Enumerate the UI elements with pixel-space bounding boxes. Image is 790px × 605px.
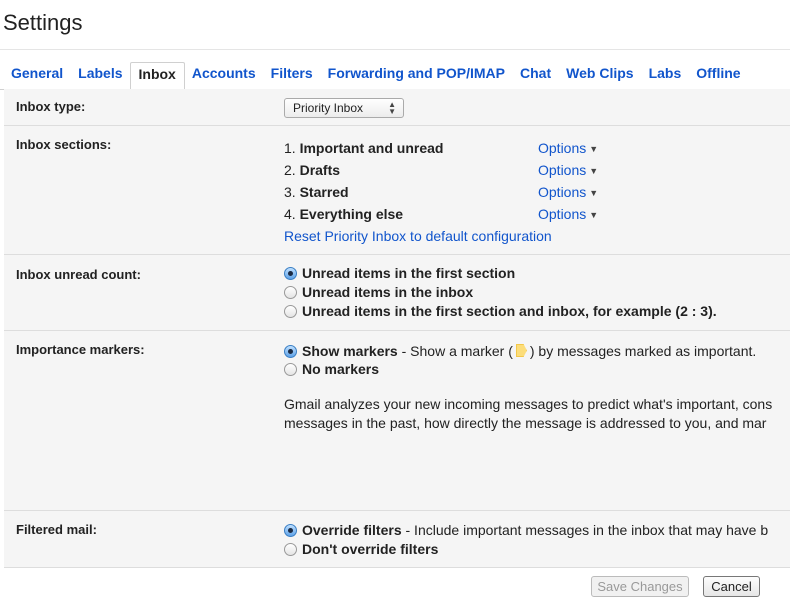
- no-markers-option[interactable]: No markers: [284, 360, 379, 379]
- override-filters-desc: - Include important messages in the inbo…: [401, 522, 769, 538]
- tab-general[interactable]: General: [0, 62, 71, 88]
- options-label: Options: [538, 140, 587, 156]
- inbox-sections-label: Inbox sections:: [16, 137, 112, 152]
- tab-inbox[interactable]: Inbox: [129, 62, 185, 89]
- inbox-type-select[interactable]: Priority Inbox ▲ ▼: [284, 98, 404, 118]
- no-markers-label: No markers: [302, 361, 380, 377]
- reset-priority-inbox-link[interactable]: Reset Priority Inbox to default configur…: [284, 225, 552, 247]
- unread-first-section-option[interactable]: Unread items in the first section: [284, 264, 515, 283]
- options-label: Options: [538, 206, 587, 222]
- show-markers-label: Show markers: [302, 343, 398, 359]
- tab-filters[interactable]: Filters: [263, 62, 321, 88]
- radio-button[interactable]: [284, 524, 297, 537]
- importance-markers-row: Importance markers: Show markers - Show …: [4, 331, 790, 511]
- options-label: Options: [538, 162, 587, 178]
- section-name: Important and unread: [299, 140, 444, 156]
- tab-labels[interactable]: Labels: [70, 62, 130, 88]
- tab-forwarding-pop-imap[interactable]: Forwarding and POP/IMAP: [320, 62, 513, 88]
- radio-label: Unread items in the first section: [302, 265, 516, 281]
- section-options-link[interactable]: Options ▼: [538, 137, 598, 159]
- caret-down-icon: ▼: [589, 144, 599, 155]
- section-number: 2.: [284, 162, 296, 178]
- section-item: 4. Everything else: [284, 203, 403, 225]
- section-item: 2. Drafts: [284, 159, 340, 181]
- radio-button[interactable]: [284, 543, 297, 556]
- header-divider: [0, 49, 790, 50]
- dont-override-filters-option[interactable]: Don't override filters: [284, 540, 438, 559]
- tab-chat[interactable]: Chat: [512, 62, 559, 88]
- section-number: 4.: [284, 206, 296, 222]
- inbox-type-selected: Priority Inbox: [293, 101, 364, 115]
- settings-tabs: General Labels Inbox Accounts Filters Forward…: [0, 62, 790, 90]
- section-number: 1.: [284, 140, 296, 156]
- override-filters-label: Override filters: [302, 522, 402, 538]
- inbox-sections-row: Inbox sections: 1. Important and unread …: [4, 126, 790, 255]
- override-filters-option[interactable]: Override filters - Include important mes…: [284, 521, 768, 540]
- importance-description-line: Gmail analyzes your new incoming message…: [284, 396, 773, 412]
- radio-button[interactable]: [284, 286, 297, 299]
- tab-web-clips[interactable]: Web Clips: [558, 62, 641, 88]
- unread-count-label: Inbox unread count:: [16, 267, 141, 282]
- unread-inbox-option[interactable]: Unread items in the inbox: [284, 283, 473, 302]
- radio-button[interactable]: [284, 345, 297, 358]
- radio-button[interactable]: [284, 267, 297, 280]
- importance-description-line: messages in the past, how directly the m…: [284, 415, 767, 431]
- unread-first-section-and-inbox-option[interactable]: Unread items in the first section and in…: [284, 302, 717, 321]
- radio-label: Unread items in the inbox: [302, 284, 474, 300]
- tab-offline[interactable]: Offline: [688, 62, 748, 88]
- section-item: 3. Starred: [284, 181, 349, 203]
- importance-marker-icon: [515, 344, 527, 357]
- section-item: 1. Important and unread: [284, 137, 443, 159]
- show-markers-desc-start: - Show a marker (: [397, 343, 513, 359]
- section-options-link[interactable]: Options ▼: [538, 159, 598, 181]
- select-arrows-icon: ▲ ▼: [388, 100, 396, 116]
- section-name: Everything else: [299, 206, 404, 222]
- options-label: Options: [538, 184, 587, 200]
- inbox-type-label: Inbox type:: [16, 99, 86, 114]
- show-markers-desc-end: ) by messages marked as important.: [529, 343, 757, 359]
- radio-button[interactable]: [284, 363, 297, 376]
- caret-down-icon: ▼: [589, 188, 599, 199]
- save-changes-button[interactable]: Save Changes: [591, 576, 689, 597]
- caret-down-icon: ▼: [589, 210, 599, 221]
- caret-down-icon: ▼: [589, 166, 599, 177]
- dont-override-filters-label: Don't override filters: [302, 541, 439, 557]
- settings-panel: Inbox type: Priority Inbox ▲ ▼ Inbox sect…: [4, 89, 790, 597]
- section-number: 3.: [284, 184, 296, 200]
- cancel-button[interactable]: Cancel: [703, 576, 760, 597]
- inbox-type-row: Inbox type: Priority Inbox ▲ ▼: [4, 89, 790, 126]
- section-options-link[interactable]: Options ▼: [538, 181, 598, 203]
- show-markers-option[interactable]: Show markers - Show a marker ( ) by messa…: [284, 342, 756, 361]
- section-options-link[interactable]: Options ▼: [538, 203, 598, 225]
- filtered-mail-label: Filtered mail:: [16, 522, 97, 537]
- radio-button[interactable]: [284, 305, 297, 318]
- section-name: Starred: [299, 184, 349, 200]
- section-name: Drafts: [299, 162, 341, 178]
- importance-markers-label: Importance markers:: [16, 342, 145, 357]
- radio-label: Unread items in the first section and in…: [302, 303, 717, 319]
- page-title: Settings: [3, 10, 83, 35]
- filtered-mail-row: Filtered mail: Override filters - Includ…: [4, 511, 790, 568]
- tab-accounts[interactable]: Accounts: [184, 62, 264, 88]
- unread-count-row: Inbox unread count: Unread items in the …: [4, 255, 790, 331]
- tab-labs[interactable]: Labs: [641, 62, 690, 88]
